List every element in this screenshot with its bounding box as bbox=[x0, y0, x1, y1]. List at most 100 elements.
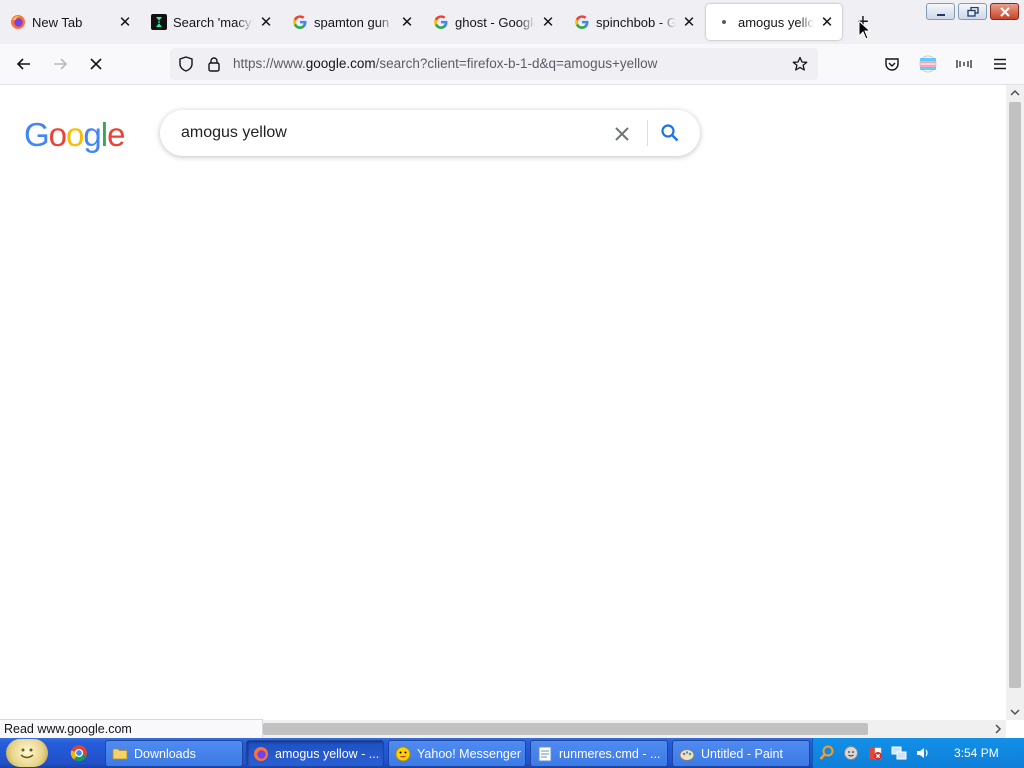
logo-letter: G bbox=[24, 116, 50, 153]
taskbar-item-label: Untitled - Paint bbox=[701, 746, 783, 761]
chrome-quicklaunch-icon[interactable] bbox=[70, 744, 88, 762]
search-box-divider bbox=[647, 120, 648, 146]
pocket-button[interactable] bbox=[878, 50, 906, 78]
taskbar-item-firefox[interactable]: amogus yellow - ... bbox=[246, 740, 384, 767]
google-g-icon bbox=[433, 14, 449, 30]
volume-icon[interactable] bbox=[915, 745, 931, 761]
taskbar-item-label: Downloads bbox=[134, 746, 196, 761]
mouse-cursor-icon bbox=[858, 20, 872, 40]
system-tray: 3:54 PM bbox=[812, 738, 1024, 768]
tab-spinchbob[interactable]: spinchbob - Google Search ✕ bbox=[564, 4, 704, 40]
tab-amogus-yellow[interactable]: amogus yellow ✕ bbox=[706, 4, 842, 40]
smiley-start-icon bbox=[20, 748, 34, 759]
close-tab-icon[interactable]: ✕ bbox=[680, 13, 698, 31]
dark-site-icon bbox=[151, 14, 167, 30]
google-g-icon bbox=[292, 14, 308, 30]
hamburger-menu-icon bbox=[994, 58, 1006, 70]
magnifier-tray-icon[interactable] bbox=[819, 745, 835, 761]
close-icon bbox=[999, 6, 1010, 17]
tab-title: Search 'macyblack' bbox=[173, 14, 253, 30]
security-alert-icon[interactable] bbox=[867, 745, 883, 761]
tab-title: New Tab bbox=[32, 14, 83, 30]
scroll-up-arrow-icon[interactable] bbox=[1010, 88, 1020, 98]
loading-dot-icon bbox=[716, 14, 732, 30]
taskbar: Downloads amogus yellow - ... Yahoo! Mes… bbox=[0, 738, 1024, 768]
taskbar-item-label: amogus yellow - ... bbox=[275, 746, 380, 761]
notepad-icon bbox=[538, 746, 552, 761]
scroll-down-arrow-icon[interactable] bbox=[1010, 707, 1020, 717]
extension-icon bbox=[956, 60, 972, 68]
stop-loading-button[interactable] bbox=[82, 50, 110, 78]
tab-search-macyblack[interactable]: Search 'macyblack' ✕ bbox=[141, 4, 281, 40]
taskbar-item-label: runmeres.cmd - ... bbox=[559, 746, 661, 761]
vertical-scroll-thumb[interactable] bbox=[1009, 102, 1021, 688]
url-scheme: https://www. bbox=[233, 56, 306, 71]
clear-search-button[interactable] bbox=[610, 122, 634, 146]
tracking-protection-shield-icon[interactable] bbox=[178, 56, 194, 77]
url-text: https://www.google.com/search?client=fir… bbox=[233, 56, 657, 71]
menu-button[interactable] bbox=[986, 50, 1014, 78]
firefox-icon bbox=[10, 14, 26, 30]
minimize-button[interactable] bbox=[926, 3, 955, 20]
restore-icon bbox=[966, 6, 979, 17]
tab-title: amogus yellow bbox=[738, 14, 814, 30]
extension-button[interactable] bbox=[950, 50, 978, 78]
account-avatar-icon bbox=[919, 55, 937, 73]
google-search-box[interactable]: amogus yellow bbox=[160, 110, 700, 156]
back-button[interactable] bbox=[10, 50, 38, 78]
account-button[interactable] bbox=[914, 50, 942, 78]
taskbar-item-notepad[interactable]: runmeres.cmd - ... bbox=[530, 740, 668, 767]
taskbar-item-paint[interactable]: Untitled - Paint bbox=[672, 740, 810, 767]
logo-letter: g bbox=[83, 116, 101, 153]
status-bar: Read www.google.com bbox=[0, 719, 263, 738]
close-tab-icon[interactable]: ✕ bbox=[398, 13, 416, 31]
scroll-right-arrow-icon[interactable] bbox=[993, 724, 1003, 734]
taskbar-item-yahoo-messenger[interactable]: Yahoo! Messenger bbox=[388, 740, 526, 767]
horizontal-scrollbar[interactable] bbox=[263, 720, 1006, 738]
logo-letter: e bbox=[107, 116, 125, 153]
lock-icon[interactable] bbox=[206, 56, 222, 77]
clock[interactable]: 3:54 PM bbox=[954, 746, 999, 760]
clear-icon bbox=[615, 127, 629, 141]
tab-title: spinchbob - Google Search bbox=[596, 14, 676, 30]
paint-icon bbox=[679, 748, 695, 761]
search-input[interactable]: amogus yellow bbox=[181, 124, 287, 142]
start-button[interactable] bbox=[6, 739, 48, 767]
minimize-icon bbox=[936, 13, 945, 16]
tab-ghost[interactable]: ghost - Google Search ✕ bbox=[423, 4, 563, 40]
folder-icon bbox=[112, 748, 128, 759]
google-g-icon bbox=[574, 14, 590, 30]
taskbar-item-label: Yahoo! Messenger bbox=[417, 746, 521, 761]
search-icon bbox=[661, 124, 679, 142]
url-path: /search?client=firefox-b-1-d&q=amogus+ye… bbox=[375, 56, 658, 71]
close-tab-icon[interactable]: ✕ bbox=[539, 13, 557, 31]
vertical-scrollbar[interactable] bbox=[1006, 85, 1024, 720]
bookmark-star-icon[interactable] bbox=[792, 56, 808, 77]
address-bar[interactable]: https://www.google.com/search?client=fir… bbox=[170, 48, 818, 80]
messenger-tray-icon[interactable] bbox=[843, 745, 859, 761]
search-button[interactable] bbox=[658, 121, 682, 145]
google-logo[interactable]: Google bbox=[24, 116, 125, 154]
close-tab-icon[interactable]: ✕ bbox=[257, 13, 275, 31]
navigation-toolbar: https://www.google.com/search?client=fir… bbox=[0, 44, 1024, 85]
firefox-icon bbox=[254, 746, 268, 761]
forward-arrow-icon bbox=[54, 58, 68, 70]
tab-title: ghost - Google Search bbox=[455, 14, 535, 30]
url-host: google.com bbox=[305, 56, 376, 71]
network-icon[interactable] bbox=[891, 745, 907, 761]
pocket-icon bbox=[885, 58, 899, 71]
back-arrow-icon bbox=[16, 58, 30, 70]
smiley-icon bbox=[395, 746, 411, 761]
horizontal-scroll-thumb[interactable] bbox=[263, 723, 868, 735]
tab-spamton-gun[interactable]: spamton gun - Google Search ✕ bbox=[282, 4, 422, 40]
tab-strip: New Tab ✕ Search 'macyblack' ✕ spamton g… bbox=[0, 0, 1024, 44]
tab-new-tab[interactable]: New Tab ✕ bbox=[0, 4, 140, 40]
restore-button[interactable] bbox=[958, 3, 987, 20]
taskbar-item-downloads[interactable]: Downloads bbox=[105, 740, 243, 767]
logo-letter: o bbox=[66, 116, 84, 153]
close-window-button[interactable] bbox=[990, 3, 1019, 20]
forward-button[interactable] bbox=[46, 50, 74, 78]
close-tab-icon[interactable]: ✕ bbox=[818, 13, 836, 31]
close-tab-icon[interactable]: ✕ bbox=[116, 13, 134, 31]
logo-letter: o bbox=[48, 116, 67, 153]
